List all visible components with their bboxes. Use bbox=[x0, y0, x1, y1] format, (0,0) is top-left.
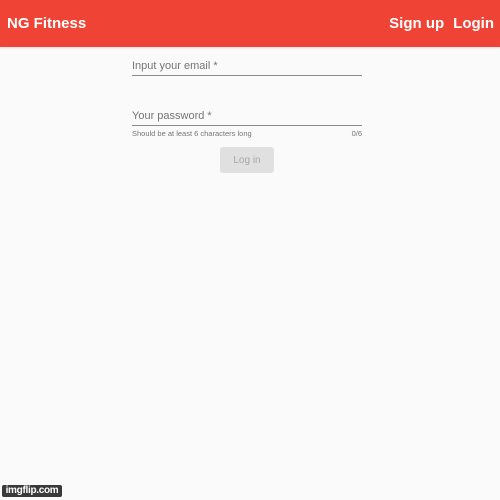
app-toolbar: NG Fitness Sign up Login bbox=[0, 0, 500, 47]
signup-link[interactable]: Sign up bbox=[389, 16, 444, 31]
password-field-wrapper: Should be at least 6 characters long 0/6 bbox=[132, 102, 362, 138]
imgflip-watermark: imgflip.com bbox=[2, 485, 62, 497]
password-counter: 0/6 bbox=[351, 129, 362, 138]
password-input[interactable] bbox=[132, 102, 362, 126]
email-input[interactable] bbox=[132, 52, 362, 76]
brand-title[interactable]: NG Fitness bbox=[7, 16, 86, 31]
password-hint-row: Should be at least 6 characters long 0/6 bbox=[132, 129, 362, 138]
password-hint: Should be at least 6 characters long bbox=[132, 129, 252, 138]
email-field-wrapper bbox=[132, 52, 362, 76]
login-form: Should be at least 6 characters long 0/6 bbox=[132, 52, 362, 138]
login-link[interactable]: Login bbox=[453, 16, 494, 31]
page: NG Fitness Sign up Login Should be at le… bbox=[0, 0, 500, 500]
login-submit-button[interactable]: Log in bbox=[220, 147, 274, 173]
